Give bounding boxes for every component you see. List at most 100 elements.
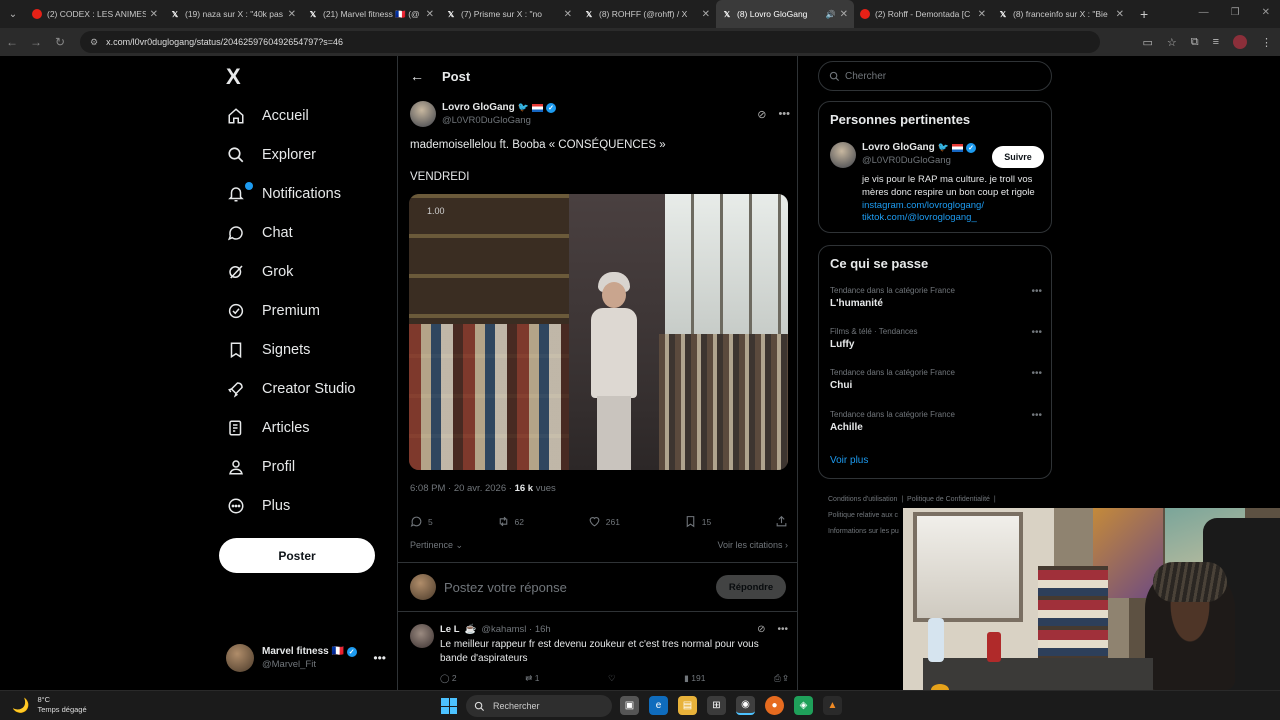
- close-tab-icon[interactable]: ✕: [702, 9, 710, 20]
- author-name[interactable]: Lovro GloGang 🐦 ✓: [442, 102, 556, 113]
- nav-item-profil[interactable]: Profil: [226, 452, 295, 482]
- more-dots-icon[interactable]: •••: [777, 624, 788, 635]
- avatar[interactable]: [410, 624, 434, 648]
- bookmark-star-icon[interactable]: ☆: [1167, 36, 1177, 49]
- nav-item-premium[interactable]: Premium: [226, 296, 320, 326]
- follow-button[interactable]: Suivre: [992, 146, 1044, 168]
- instagram-link[interactable]: instagram.com/lovroglogang/: [862, 200, 984, 211]
- taskbar-search[interactable]: Rechercher: [466, 695, 612, 717]
- windows-start-icon[interactable]: [441, 698, 457, 714]
- nav-item-notifications[interactable]: Notifications: [226, 179, 341, 209]
- show-more-link[interactable]: Voir plus: [830, 455, 868, 466]
- close-window-icon[interactable]: ✕: [1262, 7, 1270, 18]
- close-tab-icon[interactable]: ✕: [426, 9, 434, 20]
- author-name[interactable]: Lovro GloGang 🐦 ✓: [862, 142, 976, 153]
- close-tab-icon[interactable]: ✕: [288, 9, 296, 20]
- close-tab-icon[interactable]: ✕: [978, 9, 986, 20]
- close-tab-icon[interactable]: ✕: [1116, 9, 1124, 20]
- site-info-icon[interactable]: ⚙: [90, 37, 98, 48]
- browser-tab[interactable]: 𝕏 (8) franceinfo sur X : "Bie ✕: [992, 0, 1130, 28]
- more-dots-icon[interactable]: •••: [778, 108, 790, 121]
- nav-item-chat[interactable]: Chat: [226, 218, 293, 248]
- chrome-icon[interactable]: ◉: [736, 696, 755, 715]
- bookmark-button[interactable]: 15: [684, 515, 711, 528]
- nav-item-accueil[interactable]: Accueil: [226, 101, 309, 131]
- like-button[interactable]: 261: [588, 515, 620, 528]
- back-arrow-icon[interactable]: ←: [410, 68, 424, 84]
- more-dots-icon[interactable]: •••: [1031, 327, 1042, 338]
- avatar[interactable]: [830, 142, 856, 168]
- tab-search-button[interactable]: ⌄: [0, 0, 26, 28]
- video-player[interactable]: 1.00: [409, 194, 788, 470]
- trend-item[interactable]: Tendance dans la catégorie France Achill…: [830, 410, 1042, 433]
- speaker-icon[interactable]: 🔊: [826, 10, 836, 19]
- relevant-user[interactable]: Lovro GloGang 🐦 ✓ @L0VR0DuGloGang Suivre: [830, 142, 1044, 168]
- extensions-icon[interactable]: ⧉: [1191, 36, 1199, 49]
- more-dots-icon[interactable]: •••: [1031, 410, 1042, 421]
- reply-submit-button[interactable]: Répondre: [716, 575, 786, 599]
- browser-tab[interactable]: (2) CODEX : LES ANIMES ✕: [26, 0, 164, 28]
- firefox-icon[interactable]: ●: [765, 696, 784, 715]
- trend-item[interactable]: Tendance dans la catégorie France L'huma…: [830, 286, 1042, 309]
- like-button[interactable]: ♡: [608, 673, 616, 684]
- maximize-icon[interactable]: ❐: [1231, 7, 1240, 18]
- weather-widget[interactable]: 🌙 8°C Temps dégagé: [12, 695, 87, 715]
- media-control-icon[interactable]: ≡: [1213, 36, 1219, 48]
- reply-post[interactable]: Le L ☕ @kahamsl · 16h ⊘ ••• Le meilleur r…: [410, 624, 788, 684]
- share-button[interactable]: [775, 515, 788, 528]
- reload-icon[interactable]: ↻: [48, 35, 72, 49]
- browser-tab[interactable]: 𝕏 (7) Prisme sur X : "no ✕: [440, 0, 578, 28]
- grok-icon[interactable]: ⊘: [757, 624, 765, 635]
- reply-button[interactable]: ◯ 2: [440, 673, 457, 684]
- reply-button[interactable]: 5: [410, 515, 433, 528]
- close-tab-icon[interactable]: ✕: [840, 9, 848, 20]
- close-tab-icon[interactable]: ✕: [564, 9, 572, 20]
- file-explorer-icon[interactable]: ▤: [678, 696, 697, 715]
- trend-item[interactable]: Films & télé · Tendances Luffy •••: [830, 327, 1042, 350]
- close-tab-icon[interactable]: ✕: [150, 9, 158, 20]
- trend-item[interactable]: Tendance dans la catégorie France Chui •…: [830, 368, 1042, 391]
- more-dots-icon[interactable]: •••: [1031, 368, 1042, 379]
- views-button[interactable]: ▮ 191: [684, 673, 705, 684]
- nav-item-articles[interactable]: Articles: [226, 413, 310, 443]
- nav-item-explorer[interactable]: Explorer: [226, 140, 316, 170]
- nav-item-signets[interactable]: Signets: [226, 335, 310, 365]
- vlc-icon[interactable]: ▲: [823, 696, 842, 715]
- author-handle[interactable]: @L0VR0DuGloGang: [442, 115, 556, 126]
- ads-info-link[interactable]: Informations sur les pu: [828, 528, 899, 535]
- bookmark-button[interactable]: ⎙ ⇪: [774, 673, 788, 684]
- app-icon[interactable]: ◈: [794, 696, 813, 715]
- minimize-icon[interactable]: —: [1199, 7, 1209, 18]
- cast-icon[interactable]: ▭: [1142, 36, 1152, 49]
- browser-tab[interactable]: 𝕏 (19) naza sur X : "40k pas ✕: [164, 0, 302, 28]
- back-arrow-icon[interactable]: ←: [0, 35, 24, 49]
- browser-menu-icon[interactable]: ⋮: [1261, 36, 1272, 49]
- repost-button[interactable]: ⇄ 1: [525, 673, 539, 684]
- browser-tab[interactable]: 𝕏 (8) ROHFF (@rohff) / X ✕: [578, 0, 716, 28]
- cookie-policy-link[interactable]: Politique relative aux c: [828, 512, 898, 519]
- browser-tab[interactable]: 𝕏 (21) Marvel fitness 🇫🇷 (@ ✕: [302, 0, 440, 28]
- forward-arrow-icon[interactable]: →: [24, 35, 48, 49]
- url-field[interactable]: ⚙ x.com/l0vr0duglogang/status/2046259760…: [80, 31, 1100, 53]
- terms-link[interactable]: Conditions d'utilisation: [828, 496, 897, 503]
- search-input[interactable]: Chercher: [818, 61, 1052, 91]
- store-icon[interactable]: ⊞: [707, 696, 726, 715]
- tiktok-link[interactable]: tiktok.com/@lovroglogang_: [862, 212, 977, 223]
- profile-avatar[interactable]: [1233, 35, 1247, 49]
- nav-item-plus[interactable]: Plus: [226, 491, 290, 521]
- edge-icon[interactable]: e: [649, 696, 668, 715]
- x-logo[interactable]: X: [226, 64, 241, 90]
- privacy-link[interactable]: Politique de Confidentialité: [907, 496, 990, 503]
- nav-item-grok[interactable]: Grok: [226, 257, 293, 287]
- sort-dropdown[interactable]: Pertinence ⌄: [410, 540, 463, 551]
- avatar[interactable]: [410, 101, 436, 127]
- reply-input[interactable]: Postez votre réponse: [444, 580, 567, 595]
- view-quotes-link[interactable]: Voir les citations ›: [717, 540, 788, 551]
- repost-button[interactable]: 62: [497, 515, 524, 528]
- grok-icon[interactable]: ⊘: [757, 108, 766, 121]
- new-tab-button[interactable]: +: [1140, 6, 1148, 22]
- task-view-icon[interactable]: ▣: [620, 696, 639, 715]
- poster-button[interactable]: Poster: [219, 538, 375, 573]
- nav-item-creator-studio[interactable]: Creator Studio: [226, 374, 356, 404]
- more-dots-icon[interactable]: •••: [1031, 286, 1042, 297]
